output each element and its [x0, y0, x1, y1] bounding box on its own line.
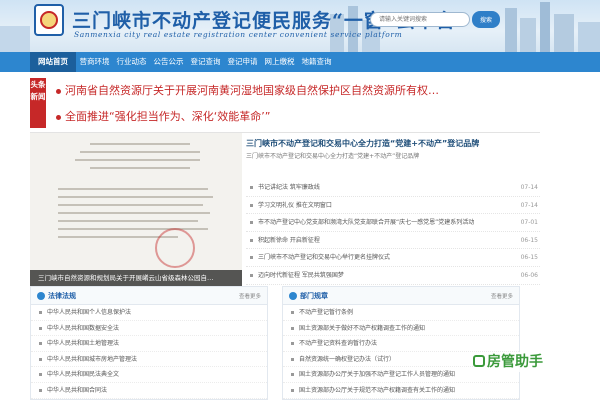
- headline-item[interactable]: 河南省自然资源厅关于开展河南黄河湿地国家级自然保护区自然资源所有权…: [56, 82, 439, 98]
- site-subtitle: Sanmenxia city real estate registration …: [74, 30, 403, 39]
- laws-panel: 法律法规 查看更多 中华人民共和国个人信息保护法 中华人民共和国数据安全法 中华…: [30, 286, 268, 400]
- watermark: 房管助手: [473, 352, 568, 372]
- list-item[interactable]: 中华人民共和国个人信息保护法: [31, 305, 267, 321]
- rules-title: 部门规章: [300, 292, 328, 300]
- site-header: 三门峡市不动产登记便民服务“一窗”云平台 Sanmenxia city real…: [0, 0, 600, 52]
- nav-item-home[interactable]: 网站首页: [30, 52, 76, 72]
- list-item[interactable]: 中华人民共和国数据安全法: [31, 321, 267, 337]
- nav-item-reg-query[interactable]: 登记查询: [187, 52, 224, 72]
- laws-header: 法律法规 查看更多: [31, 287, 267, 305]
- news-list: 书记讲纪法 筑牢廉政线 07-14 学习文明礼仪 推在文明窗口 07-14 市不动产…: [246, 179, 540, 285]
- list-item[interactable]: 国土资源部关于做好不动产权籍调查工作的通知: [283, 321, 519, 337]
- main-nav: 网站首页 营商环境 行业动态 公告公示 登记查询 登记申请 网上缴税 地籍查询: [0, 52, 600, 72]
- headline-news: 头条新闻 河南省自然资源厅关于开展河南黄河湿地国家级自然保护区自然资源所有权… …: [30, 78, 570, 128]
- nav-item-reg-apply[interactable]: 登记申请: [224, 52, 261, 72]
- laws-more-link[interactable]: 查看更多: [239, 292, 261, 300]
- news-item[interactable]: 积起新徐命 开启新征程 06-15: [246, 232, 540, 250]
- rules-icon: [289, 292, 297, 300]
- list-item[interactable]: 国土资源部办公厅关于规范不动产权籍调查有关工作的通知: [283, 383, 519, 399]
- stamp-icon: [155, 228, 195, 268]
- list-item[interactable]: 中华人民共和国合同法: [31, 383, 267, 399]
- nav-item-business[interactable]: 营商环境: [76, 52, 113, 72]
- feature-photo[interactable]: 三门峡市自然资源和规划局关于开展崤云山省级森林公园自…: [30, 133, 242, 286]
- news-item[interactable]: 书记讲纪法 筑牢廉政线 07-14: [246, 179, 540, 197]
- laws-icon: [37, 292, 45, 300]
- list-item[interactable]: 中华人民共和国民法典全文: [31, 367, 267, 383]
- news-item[interactable]: 学习文明礼仪 推在文明窗口 07-14: [246, 197, 540, 215]
- list-item[interactable]: 不动产登记暂行条例: [283, 305, 519, 321]
- news-item[interactable]: 迈向时代新征程 军民共筑强国梦 06-06: [246, 267, 540, 285]
- rules-header: 部门规章 查看更多: [283, 287, 519, 305]
- feature-title[interactable]: 三门峡市不动产登记和交易中心全力打造“党建+不动产”登记品牌: [246, 138, 479, 149]
- news-item[interactable]: 市不动产登记中心党支部和濒湾大队党支部联合开展“庆七一感党恩”党建系列活动 07-…: [246, 214, 540, 232]
- search-input[interactable]: [370, 12, 470, 27]
- headline-item[interactable]: 全面推进“强化担当作为、深化‘效能革命’”: [56, 108, 270, 124]
- search-button[interactable]: 搜索: [472, 11, 500, 28]
- news-item[interactable]: 三门峡市不动产登记和交易中心举行更名挂牌仪式 06-15: [246, 249, 540, 267]
- nav-item-tax[interactable]: 网上缴税: [261, 52, 298, 72]
- feature-panel: 三门峡市自然资源和规划局关于开展崤云山省级森林公园自… 三门峡市不动产登记和交易…: [30, 132, 540, 286]
- rules-more-link[interactable]: 查看更多: [491, 292, 513, 300]
- list-item[interactable]: 中华人民共和国土地管理法: [31, 336, 267, 352]
- site-logo[interactable]: [34, 4, 64, 36]
- laws-title: 法律法规: [48, 292, 76, 300]
- nav-item-notices[interactable]: 公告公示: [150, 52, 187, 72]
- house-icon: [473, 355, 485, 367]
- nav-item-cadastral[interactable]: 地籍查询: [298, 52, 335, 72]
- headline-tag: 头条新闻: [30, 78, 46, 128]
- feature-summary: 三门峡市不动产登记和交易中心全力打造“党建+不动产”登记品牌: [246, 153, 420, 160]
- photo-caption[interactable]: 三门峡市自然资源和规划局关于开展崤云山省级森林公园自…: [30, 270, 242, 286]
- rules-panel: 部门规章 查看更多 不动产登记暂行条例 国土资源部关于做好不动产权籍调查工作的通…: [282, 286, 520, 400]
- list-item[interactable]: 不动产登记资料查询暂行办法: [283, 336, 519, 352]
- bullet-icon: [56, 114, 61, 120]
- nav-item-industry[interactable]: 行业动态: [113, 52, 150, 72]
- bullet-icon: [56, 88, 61, 94]
- list-item[interactable]: 中华人民共和国城市房地产管理法: [31, 352, 267, 368]
